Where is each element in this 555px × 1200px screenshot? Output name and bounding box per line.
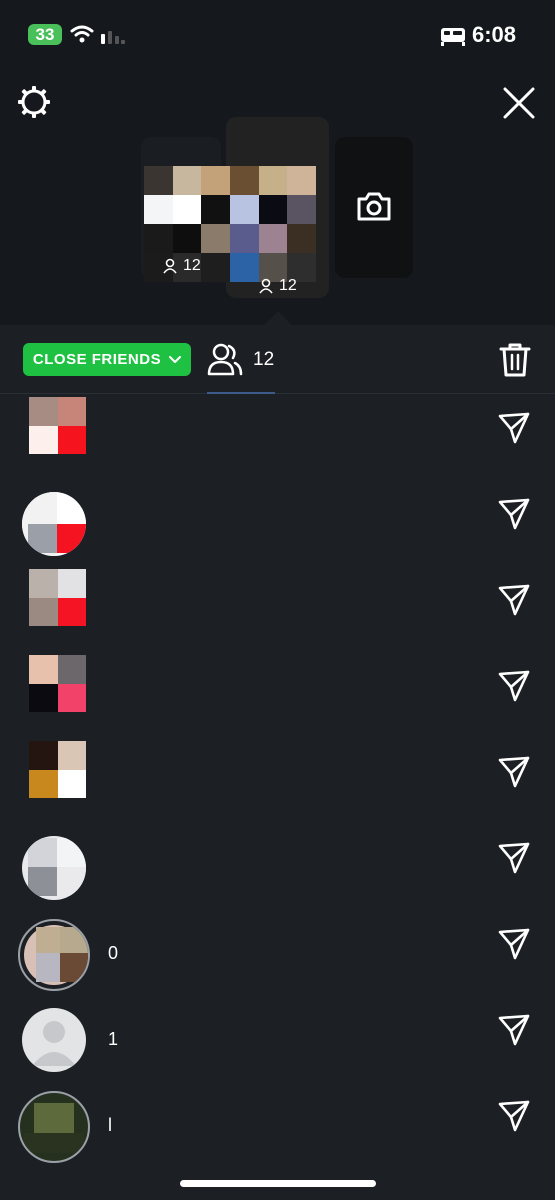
camera-icon — [357, 192, 391, 221]
list-item[interactable] — [0, 653, 555, 739]
list-item-name: 0 — [108, 943, 119, 963]
list-item[interactable] — [0, 567, 555, 653]
viewers-icon[interactable] — [207, 342, 243, 376]
send-icon[interactable] — [497, 841, 531, 875]
chevron-down-icon — [169, 355, 182, 363]
send-icon[interactable] — [497, 1099, 531, 1133]
previous-story-viewer-count: 12 — [183, 257, 201, 274]
list-item-name: 1 — [108, 1029, 119, 1049]
close-icon[interactable] — [500, 84, 538, 122]
current-story-viewer-count: 12 — [279, 277, 297, 294]
avatar — [22, 836, 86, 900]
send-icon[interactable] — [497, 755, 531, 789]
close-friends-label: CLOSE FRIENDS — [32, 351, 162, 368]
battery-icon: 33 — [28, 24, 62, 45]
send-icon[interactable] — [497, 497, 531, 531]
send-icon[interactable] — [497, 927, 531, 961]
viewer-count: 12 — [253, 349, 275, 370]
selection-pointer — [264, 311, 292, 325]
viewers-icon — [259, 278, 273, 294]
previous-story-viewers: 12 — [163, 256, 201, 276]
avatar — [29, 397, 86, 454]
viewers-icon — [163, 258, 177, 274]
send-icon[interactable] — [497, 583, 531, 617]
send-icon[interactable] — [497, 1013, 531, 1047]
list-item[interactable] — [0, 395, 555, 481]
gear-icon[interactable] — [16, 84, 52, 120]
avatar — [18, 1091, 90, 1163]
default-avatar-icon — [32, 1021, 76, 1066]
list-item[interactable]: 1 — [0, 997, 555, 1083]
signal-icon — [101, 31, 125, 44]
sleep-focus-icon — [441, 28, 465, 46]
list-item[interactable] — [0, 481, 555, 567]
list-item[interactable]: 0 — [0, 911, 555, 997]
send-icon[interactable] — [497, 411, 531, 445]
avatar — [29, 655, 86, 712]
list-item[interactable] — [0, 825, 555, 911]
list-item[interactable]: l — [0, 1083, 555, 1169]
avatar — [18, 919, 90, 991]
avatar — [29, 569, 86, 626]
trash-icon[interactable] — [498, 342, 532, 378]
list-item-name: l — [108, 1115, 112, 1135]
clock: 6:08 — [472, 22, 517, 47]
close-friends-button[interactable]: CLOSE FRIENDS — [23, 343, 191, 376]
avatar — [29, 741, 86, 798]
current-story-viewers: 12 — [259, 276, 297, 296]
wifi-icon — [70, 25, 94, 43]
avatar — [22, 1008, 86, 1072]
viewers-tab-indicator — [207, 392, 275, 394]
home-indicator[interactable] — [180, 1180, 376, 1187]
list-item[interactable] — [0, 739, 555, 825]
send-icon[interactable] — [497, 669, 531, 703]
status-bar: 33 6:08 — [0, 0, 555, 70]
avatar — [22, 492, 86, 556]
